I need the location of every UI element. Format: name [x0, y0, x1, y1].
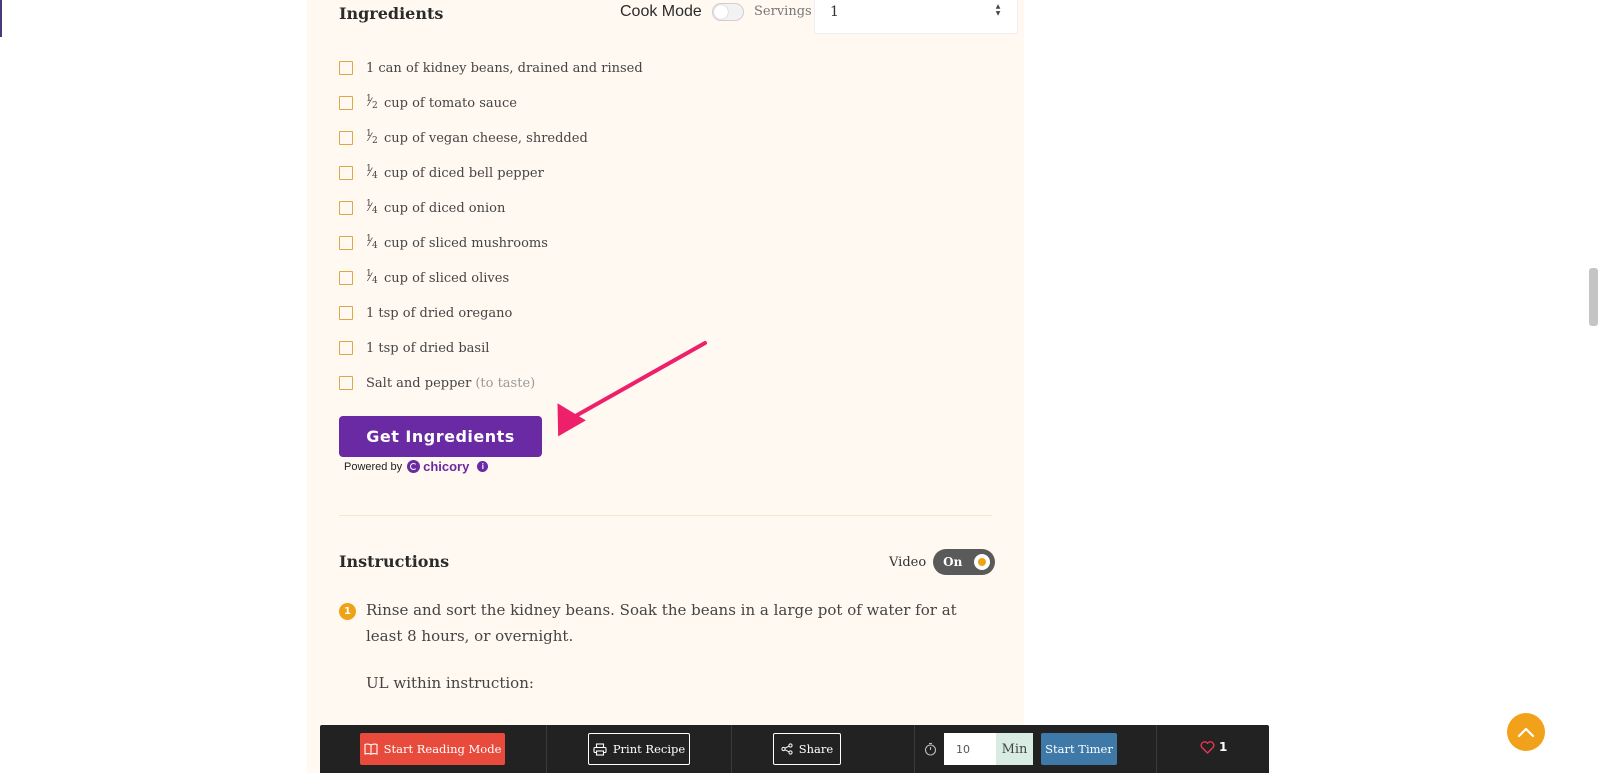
ingredient-checkbox[interactable] — [339, 166, 353, 180]
ingredient-item[interactable]: 1 can of kidney beans, drained and rinse… — [339, 57, 643, 79]
like-button[interactable]: 1 — [1200, 740, 1227, 754]
servings-spinner[interactable]: ▲ ▼ — [993, 3, 1003, 17]
ingredient-text: cup of diced onion — [384, 200, 506, 216]
ingredient-item[interactable]: 1 tsp of dried basil — [339, 337, 489, 359]
spinner-down-icon[interactable]: ▼ — [996, 10, 1001, 17]
servings-value: 1 — [830, 4, 839, 20]
fraction: 1 ⁄ 4 — [366, 269, 378, 286]
spinner-up-icon[interactable]: ▲ — [996, 3, 1001, 10]
video-label: Video — [889, 554, 927, 570]
ingredient-checkbox[interactable] — [339, 236, 353, 250]
chicory-mark-icon — [407, 460, 421, 473]
fraction: 1 ⁄ 4 — [366, 234, 378, 251]
ingredient-checkbox[interactable] — [339, 376, 353, 390]
heart-icon — [1200, 740, 1215, 754]
powered-by: Powered by chicory i — [344, 459, 489, 474]
chicory-brand-text: chicory — [423, 459, 470, 474]
chevron-up-icon — [1517, 727, 1535, 738]
timer-unit-label: Min — [996, 733, 1033, 765]
toolbar-divider — [546, 725, 547, 773]
servings-label: Servings — [754, 4, 812, 19]
bottom-toolbar: Start Reading Mode Print Recipe Share 10… — [320, 725, 1269, 773]
fraction: 1 ⁄ 4 — [366, 164, 378, 181]
cook-mode-toggle[interactable] — [711, 3, 744, 21]
get-ingredients-button[interactable]: Get Ingredients — [339, 416, 542, 457]
ingredients-header: Ingredients Cook Mode Servings 1 ▲ ▼ — [339, 0, 1018, 34]
ingredient-item[interactable]: 1 ⁄ 4 cup of diced bell pepper — [339, 162, 544, 184]
timer-minutes-input[interactable]: 10 — [944, 733, 996, 765]
ingredient-checkbox[interactable] — [339, 201, 353, 215]
info-icon[interactable]: i — [477, 461, 489, 472]
start-reading-mode-button[interactable]: Start Reading Mode — [360, 733, 505, 765]
servings-input[interactable]: 1 ▲ ▼ — [814, 0, 1018, 34]
share-icon — [781, 743, 793, 755]
cook-mode-label: Cook Mode — [620, 3, 702, 20]
ingredient-item[interactable]: 1 tsp of dried oregano — [339, 302, 512, 324]
print-recipe-button[interactable]: Print Recipe — [588, 733, 690, 765]
video-toggle[interactable]: On — [933, 549, 996, 575]
ingredient-item[interactable]: 1 ⁄ 4 cup of sliced olives — [339, 267, 509, 289]
ingredient-text: 1 tsp of dried oregano — [366, 305, 513, 321]
step-number: 1 — [339, 603, 356, 620]
fraction: 1 ⁄ 4 — [366, 199, 378, 216]
ingredient-item[interactable]: Salt and pepper (to taste) — [339, 372, 535, 394]
ingredient-checkbox[interactable] — [339, 306, 353, 320]
share-label: Share — [798, 742, 834, 756]
toolbar-divider — [914, 725, 915, 773]
ingredient-text: cup of sliced olives — [384, 270, 510, 286]
section-divider — [339, 515, 992, 516]
ingredient-item[interactable]: 1 ⁄ 4 cup of diced onion — [339, 197, 505, 219]
toggle-knob — [974, 554, 991, 570]
ingredient-checkbox[interactable] — [339, 61, 353, 75]
toolbar-divider — [731, 725, 732, 773]
ingredient-checkbox[interactable] — [339, 341, 353, 355]
video-toggle-text: On — [943, 555, 963, 569]
start-reading-mode-label: Start Reading Mode — [383, 742, 502, 756]
video-toggle-group: Video On — [889, 549, 996, 575]
printer-icon — [593, 742, 607, 756]
fraction: 1 ⁄ 2 — [366, 129, 378, 146]
print-recipe-label: Print Recipe — [612, 742, 686, 756]
powered-by-label: Powered by — [344, 460, 403, 473]
fraction: 1 ⁄ 2 — [366, 94, 378, 111]
ingredient-item[interactable]: 1 ⁄ 4 cup of sliced mushrooms — [339, 232, 548, 254]
toolbar-divider — [1156, 725, 1157, 773]
ul-within-instruction: UL within instruction: — [366, 674, 534, 692]
share-button[interactable]: Share — [773, 733, 841, 765]
toggle-knob — [713, 5, 728, 19]
ingredient-text: cup of sliced mushrooms — [384, 235, 548, 251]
stopwatch-icon — [924, 742, 937, 756]
ingredients-title: Ingredients — [339, 4, 444, 23]
step-text: Rinse and sort the kidney beans. Soak th… — [366, 601, 957, 645]
ingredient-checkbox[interactable] — [339, 96, 353, 110]
scroll-to-top-button[interactable] — [1507, 713, 1545, 751]
ingredient-text: Salt and pepper — [366, 375, 472, 391]
like-count: 1 — [1219, 740, 1228, 754]
ingredient-text: 1 tsp of dried basil — [366, 340, 490, 356]
ingredient-item[interactable]: 1 ⁄ 2 cup of tomato sauce — [339, 92, 517, 114]
ingredient-checkbox[interactable] — [339, 271, 353, 285]
left-edge-marker — [0, 0, 2, 37]
ingredient-checkbox[interactable] — [339, 131, 353, 145]
cook-mode: Cook Mode — [620, 3, 744, 21]
ingredient-item[interactable]: 1 ⁄ 2 cup of vegan cheese, shredded — [339, 127, 588, 149]
start-timer-button[interactable]: Start Timer — [1041, 733, 1117, 765]
scrollbar-track[interactable] — [1588, 0, 1600, 773]
book-icon — [364, 743, 378, 755]
ingredient-text: cup of diced bell pepper — [384, 165, 544, 181]
ingredient-text: cup of vegan cheese, shredded — [384, 130, 588, 146]
ingredient-text: 1 can of kidney beans, drained and rinse… — [366, 60, 643, 76]
recipe-card: Ingredients Cook Mode Servings 1 ▲ ▼ 1 c… — [307, 0, 1024, 773]
chicory-logo[interactable]: chicory — [407, 459, 469, 474]
ingredient-text: cup of tomato sauce — [384, 95, 517, 111]
ingredient-note: (to taste) — [475, 375, 536, 391]
scrollbar-thumb[interactable] — [1589, 268, 1598, 326]
instructions-title: Instructions — [339, 552, 450, 571]
